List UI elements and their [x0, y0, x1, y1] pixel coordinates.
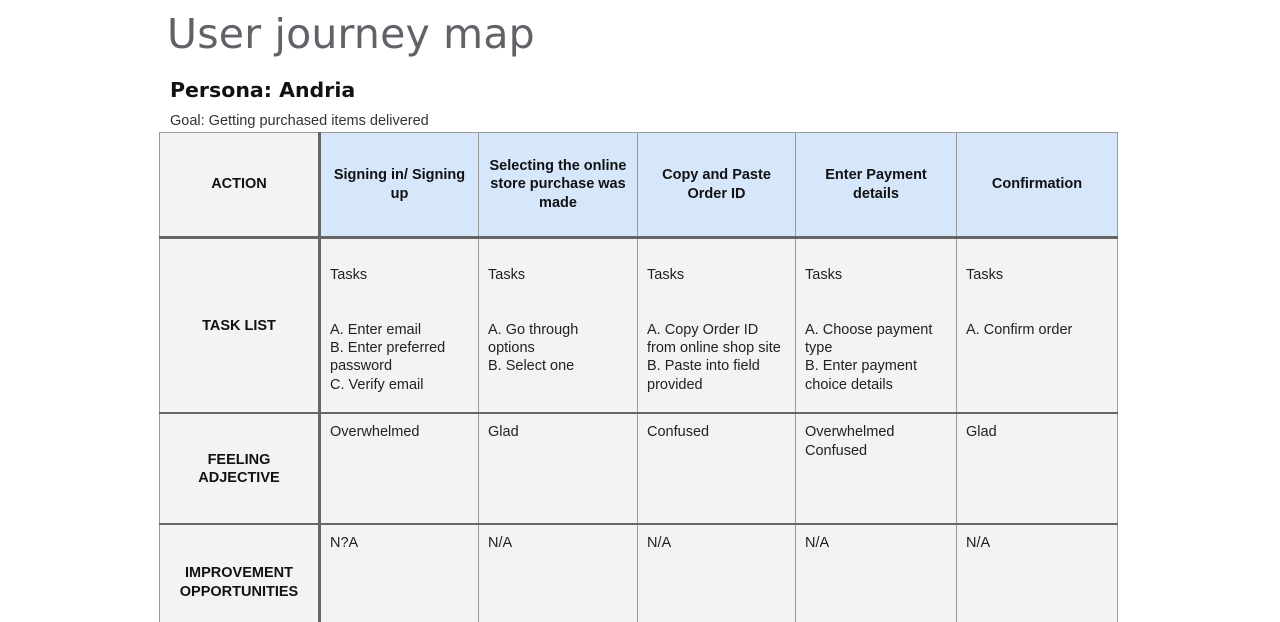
tasks-label: Tasks — [647, 267, 685, 284]
feeling-cell: Glad — [478, 412, 638, 526]
feeling-cell: Overwhelmed Confused — [795, 412, 957, 526]
improvement-text: N/A — [966, 535, 991, 552]
tasks-text: A. Choose payment type B. Enter payment … — [805, 321, 933, 393]
task-cell: Tasks A. Copy Order ID from online shop … — [637, 237, 796, 415]
tasks-label: Tasks — [805, 267, 843, 284]
task-cell: Tasks A. Confirm order — [956, 237, 1118, 415]
goal-text: Goal: Getting purchased items delivered — [170, 113, 429, 129]
tasks-text: A. Enter email B. Enter preferred passwo… — [330, 321, 446, 393]
task-cell: Tasks A. Choose payment type B. Enter pa… — [795, 237, 957, 415]
improvement-cell: N/A — [637, 523, 796, 622]
row-label-feeling: FEELING ADJECTIVE — [159, 412, 321, 526]
tasks-text: A. Go through options B. Select one — [488, 321, 579, 375]
row-label-improvement: IMPROVEMENT OPPORTUNITIES — [159, 523, 321, 622]
tasks-text: A. Confirm order — [966, 321, 1073, 338]
page-title: User journey map — [167, 10, 535, 58]
action-cell-signing-in: Signing in/ Signing up — [319, 132, 479, 239]
task-cell: Tasks A. Go through options B. Select on… — [478, 237, 638, 415]
feeling-text: Glad — [488, 424, 519, 441]
action-cell-payment: Enter Payment details — [795, 132, 957, 239]
improvement-text: N/A — [805, 535, 830, 552]
feeling-text: Confused — [647, 424, 710, 441]
improvement-cell: N/A — [478, 523, 638, 622]
feeling-text: Overwhelmed Confused — [805, 424, 895, 459]
task-list-row: TASK LIST Tasks A. Enter email B. Enter … — [159, 237, 1118, 415]
journey-map-table: ACTION Signing in/ Signing up Selecting … — [159, 132, 1118, 622]
action-cell-copy-paste: Copy and Paste Order ID — [637, 132, 796, 239]
persona-heading: Persona: Andria — [170, 78, 356, 102]
feeling-cell: Overwhelmed — [319, 412, 479, 526]
improvement-text: N/A — [647, 535, 672, 552]
feeling-row: FEELING ADJECTIVE Overwhelmed Glad Confu… — [159, 412, 1118, 526]
improvement-row: IMPROVEMENT OPPORTUNITIES N?A N/A N/A N/… — [159, 523, 1118, 622]
tasks-label: Tasks — [966, 267, 1004, 284]
tasks-label: Tasks — [330, 267, 368, 284]
action-cell-confirmation: Confirmation — [956, 132, 1118, 239]
feeling-cell: Confused — [637, 412, 796, 526]
improvement-cell: N/A — [956, 523, 1118, 622]
feeling-cell: Glad — [956, 412, 1118, 526]
improvement-text: N?A — [330, 535, 359, 552]
improvement-cell: N?A — [319, 523, 479, 622]
action-row: ACTION Signing in/ Signing up Selecting … — [159, 132, 1118, 239]
improvement-cell: N/A — [795, 523, 957, 622]
row-label-action: ACTION — [159, 132, 321, 239]
tasks-text: A. Copy Order ID from online shop site B… — [647, 321, 781, 393]
action-cell-selecting-store: Selecting the online store purchase was … — [478, 132, 638, 239]
feeling-text: Glad — [966, 424, 997, 441]
improvement-text: N/A — [488, 535, 513, 552]
feeling-text: Overwhelmed — [330, 424, 420, 441]
row-label-task-list: TASK LIST — [159, 237, 321, 415]
tasks-label: Tasks — [488, 267, 526, 284]
task-cell: Tasks A. Enter email B. Enter preferred … — [319, 237, 479, 415]
